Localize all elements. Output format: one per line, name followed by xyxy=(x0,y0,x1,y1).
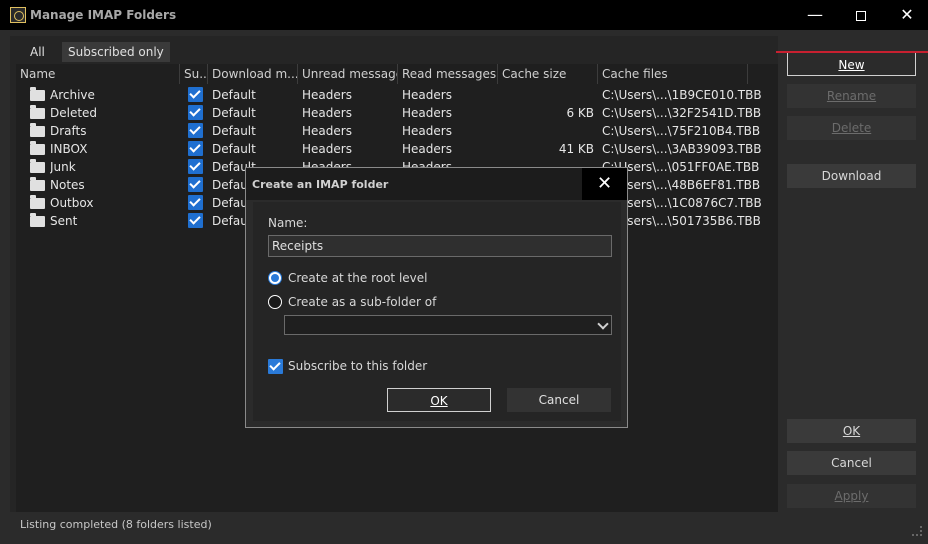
subscribed-checkbox[interactable] xyxy=(188,87,203,102)
root-level-label[interactable]: Create at the root level xyxy=(288,271,427,285)
folder-name: Sent xyxy=(50,214,78,228)
subscribed-checkbox[interactable] xyxy=(188,177,203,192)
apply-button-label: Apply xyxy=(834,489,869,503)
maximize-icon xyxy=(856,10,866,21)
status-text: Listing completed (8 folders listed) xyxy=(20,518,212,531)
subscribed-checkbox[interactable] xyxy=(188,213,203,228)
root-level-radio[interactable] xyxy=(268,271,282,285)
dialog-close-button[interactable]: ✕ xyxy=(582,168,627,200)
subscribed-checkbox[interactable] xyxy=(188,123,203,138)
folder-name: Archive xyxy=(50,88,95,102)
column-cache-files[interactable]: Cache files xyxy=(598,64,748,84)
cache-size: 41 KB xyxy=(558,142,594,156)
app-icon xyxy=(10,7,26,23)
dialog-title-bar: Create an IMAP folder ✕ xyxy=(246,168,627,200)
table-row[interactable]: Drafts Default Headers Headers C:\Users\...\… xyxy=(16,122,776,140)
rename-button[interactable]: Rename xyxy=(787,84,916,108)
list-header: Name Su... Download m... Unread messages… xyxy=(16,64,776,84)
delete-button-label: Delete xyxy=(831,121,872,135)
read-messages: Headers xyxy=(402,142,452,156)
column-subscribed[interactable]: Su... xyxy=(180,64,208,84)
cache-files: C:\Users\...\3AB39093.TBB xyxy=(602,142,762,156)
download-mode: Default xyxy=(212,142,256,156)
cache-size xyxy=(498,122,598,140)
cache-size: 6 KB xyxy=(566,106,594,120)
table-row[interactable]: Archive Default Headers Headers C:\Users\...… xyxy=(16,86,776,104)
download-mode: Default xyxy=(212,124,256,138)
sub-folder-label[interactable]: Create as a sub-folder of xyxy=(288,295,436,309)
table-row[interactable]: INBOX Default Headers Headers 41 KB C:\Users\… xyxy=(16,140,776,158)
folder-name: Outbox xyxy=(50,196,94,210)
title-bar: Manage IMAP Folders — ✕ xyxy=(0,0,928,30)
column-download-mode[interactable]: Download m... xyxy=(208,64,298,84)
dialog-body: Name: Create at the root level Create as… xyxy=(253,202,621,421)
column-unread-messages[interactable]: Unread messages xyxy=(298,64,398,84)
window-title: Manage IMAP Folders xyxy=(30,8,177,22)
dialog-ok-button[interactable]: OK xyxy=(387,388,491,412)
download-button[interactable]: Download xyxy=(787,164,916,188)
cache-size xyxy=(498,86,598,104)
folder-icon xyxy=(30,213,45,227)
subscribe-label[interactable]: Subscribe to this folder xyxy=(288,359,427,373)
delete-button[interactable]: Delete xyxy=(787,116,916,140)
new-button[interactable]: New xyxy=(787,52,916,76)
folder-name-input[interactable] xyxy=(268,235,612,257)
subscribed-checkbox[interactable] xyxy=(188,141,203,156)
ok-button[interactable]: OK xyxy=(787,419,916,443)
download-mode: Default xyxy=(212,88,256,102)
parent-folder-dropdown[interactable] xyxy=(284,315,612,335)
tab-subscribed-only[interactable]: Subscribed only xyxy=(62,42,170,62)
column-name[interactable]: Name xyxy=(16,64,180,84)
read-messages: Headers xyxy=(402,106,452,120)
subscribed-checkbox[interactable] xyxy=(188,159,203,174)
close-button[interactable]: ✕ xyxy=(884,0,928,30)
unread-messages: Headers xyxy=(302,124,352,138)
folder-icon xyxy=(30,105,45,119)
dialog-cancel-button[interactable]: Cancel xyxy=(507,388,611,412)
cache-files: C:\Users\...\75F210B4.TBB xyxy=(602,124,761,138)
dialog-title: Create an IMAP folder xyxy=(252,178,389,191)
subscribe-checkbox[interactable] xyxy=(268,359,283,374)
read-messages: Headers xyxy=(402,124,452,138)
download-mode: Default xyxy=(212,106,256,120)
tab-all[interactable]: All xyxy=(24,42,51,62)
cancel-button[interactable]: Cancel xyxy=(787,451,916,475)
new-button-label: New xyxy=(838,58,865,72)
rename-button-label: Rename xyxy=(826,89,877,103)
folder-name: INBOX xyxy=(50,142,88,156)
sub-folder-radio[interactable] xyxy=(268,295,282,309)
column-read-messages[interactable]: Read messages xyxy=(398,64,498,84)
resize-grip[interactable] xyxy=(912,526,922,536)
subscribed-checkbox[interactable] xyxy=(188,105,203,120)
table-row[interactable]: Deleted Default Headers Headers 6 KB C:\Users… xyxy=(16,104,776,122)
ok-button-label: OK xyxy=(842,424,861,438)
minimize-button[interactable]: — xyxy=(792,0,838,30)
folder-name: Notes xyxy=(50,178,85,192)
maximize-button[interactable] xyxy=(838,0,884,30)
folder-icon xyxy=(30,87,45,101)
chevron-down-icon xyxy=(597,318,609,330)
unread-messages: Headers xyxy=(302,106,352,120)
create-folder-dialog: Create an IMAP folder ✕ Name: Create at … xyxy=(245,167,628,428)
apply-button[interactable]: Apply xyxy=(787,484,916,508)
folder-icon xyxy=(30,195,45,209)
name-label: Name: xyxy=(268,216,308,230)
focus-indicator-line xyxy=(776,51,928,53)
folder-name: Junk xyxy=(50,160,76,174)
folder-icon xyxy=(30,141,45,155)
unread-messages: Headers xyxy=(302,88,352,102)
column-cache-size[interactable]: Cache size xyxy=(498,64,598,84)
read-messages: Headers xyxy=(402,88,452,102)
dialog-ok-label: OK xyxy=(430,394,448,408)
subscribed-checkbox[interactable] xyxy=(188,195,203,210)
folder-name: Deleted xyxy=(50,106,98,120)
folder-icon xyxy=(30,177,45,191)
folder-icon xyxy=(30,123,45,137)
folder-name: Drafts xyxy=(50,124,87,138)
cache-files: C:\Users\...\32F2541D.TBB xyxy=(602,106,762,120)
folder-icon xyxy=(30,159,45,173)
unread-messages: Headers xyxy=(302,142,352,156)
cache-files: C:\Users\...\1B9CE010.TBB xyxy=(602,88,762,102)
